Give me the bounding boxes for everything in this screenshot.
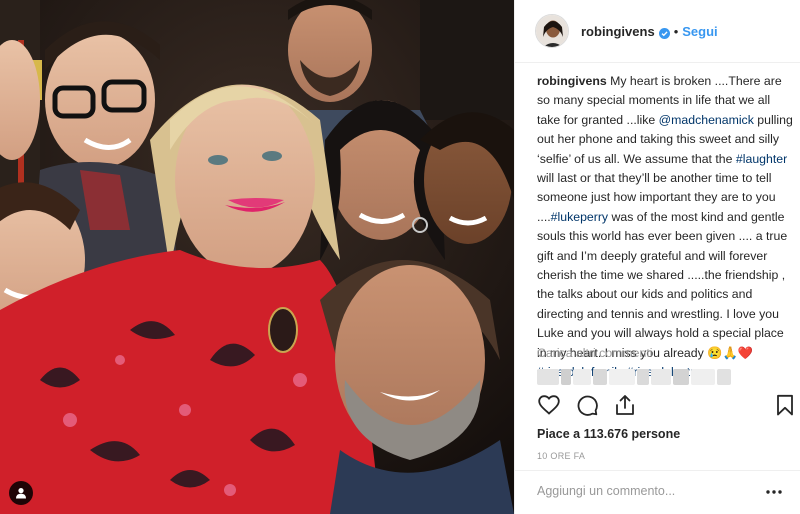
selfie-photo-image: [0, 0, 514, 514]
caption-mention-link[interactable]: @madchenamick: [659, 113, 754, 127]
comment-icon[interactable]: [575, 393, 599, 417]
share-icon[interactable]: [613, 393, 637, 417]
post-header: robingivens • Segui: [515, 0, 800, 63]
caption-hashtag-lukeperry[interactable]: #lukeperry: [551, 210, 608, 224]
verified-badge-icon: [658, 26, 670, 39]
more-options-icon[interactable]: [765, 485, 783, 499]
blurred-comment-preview: [537, 369, 767, 385]
post-photo[interactable]: [0, 0, 514, 514]
comments-section: robingivens My heart is broken ....There…: [537, 72, 795, 383]
bookmark-icon[interactable]: [773, 393, 797, 417]
user-tag-icon[interactable]: [9, 481, 33, 505]
post-sidebar: robingivens • Segui robingivens My heart…: [514, 0, 800, 514]
caption-username[interactable]: robingivens: [537, 74, 607, 88]
caption-text-part-4: was of the most kind and gentle souls th…: [537, 209, 788, 360]
caption-hashtag-laughter[interactable]: #laughter: [736, 152, 787, 166]
post-timestamp: 10 ORE FA: [537, 451, 586, 461]
load-more-comments-link[interactable]: Carica altri commenti: [537, 346, 652, 360]
comment-input[interactable]: [537, 484, 757, 498]
post-caption: robingivens My heart is broken ....There…: [537, 72, 795, 383]
post-action-bar: [537, 393, 799, 419]
heart-icon[interactable]: [537, 393, 561, 417]
post-author-username[interactable]: robingivens: [581, 24, 655, 39]
add-comment-bar: [515, 470, 800, 514]
follow-button[interactable]: Segui: [682, 24, 717, 39]
likes-count[interactable]: Piace a 113.676 persone: [537, 427, 680, 441]
avatar[interactable]: [535, 14, 569, 48]
header-separator: •: [673, 23, 679, 39]
